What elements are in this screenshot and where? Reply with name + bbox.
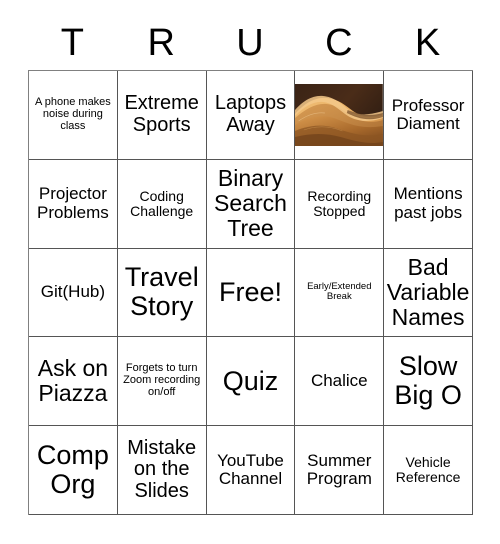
bingo-cell-label: Mistake on the Slides [127, 436, 197, 502]
bingo-cell-label: Extreme Sports [124, 92, 199, 136]
bingo-cell-label: Slow Big O [394, 351, 462, 411]
bingo-cell-C3[interactable]: Early/Extended Break [295, 248, 385, 338]
bingo-cell-C1[interactable] [295, 71, 385, 160]
bingo-grid: A phone makes noise during class Extreme … [28, 70, 473, 515]
bingo-cell-U5[interactable]: YouTube Channel [206, 426, 296, 515]
bingo-cell-label: Bad Variable Names [386, 254, 470, 330]
bingo-cell-R4[interactable]: Forgets to turn Zoom recording on/off [117, 337, 207, 427]
bingo-cell-label: Quiz [222, 365, 279, 396]
bingo-cell-label: Binary Search Tree [214, 165, 287, 242]
bingo-cell-K4[interactable]: Slow Big O [384, 337, 473, 427]
bingo-cell-T3[interactable]: Git(Hub) [29, 248, 118, 338]
bingo-cell-R5[interactable]: Mistake on the Slides [117, 426, 207, 515]
bingo-cell-U3[interactable]: Free! [206, 248, 296, 338]
bingo-cell-label: Early/Extended Break [307, 281, 372, 303]
bingo-cell-R3[interactable]: Travel Story [117, 248, 207, 338]
bingo-cell-label: Summer Program [306, 450, 372, 489]
bingo-cell-C2[interactable]: Recording Stopped [295, 159, 385, 249]
bingo-cell-U4[interactable]: Quiz [206, 337, 296, 427]
bingo-cell-label: Recording Stopped [307, 187, 372, 219]
bingo-cell-label: Projector Problems [36, 184, 109, 222]
bingo-cell-label: Laptops Away [214, 92, 287, 136]
bingo-cell-U2[interactable]: Binary Search Tree [206, 159, 296, 249]
bingo-cell-label: Forgets to turn Zoom recording on/off [123, 362, 201, 399]
bingo-cell-R1[interactable]: Extreme Sports [117, 71, 207, 160]
bingo-cell-label: Professor Diament [391, 95, 465, 133]
bingo-cell-T2[interactable]: Projector Problems [29, 159, 118, 249]
desert-dunes-illustration [295, 83, 384, 146]
bingo-cell-K2[interactable]: Mentions past jobs [384, 159, 473, 249]
header-letter-4: C [325, 22, 353, 64]
bingo-cell-C5[interactable]: Summer Program [295, 426, 385, 515]
bingo-cell-K1[interactable]: Professor Diament [384, 71, 473, 160]
bingo-cell-T4[interactable]: Ask on Piazza [29, 337, 118, 427]
bingo-cell-C4[interactable]: Chalice [295, 337, 385, 427]
bingo-cell-label: Comp Org [36, 439, 109, 500]
bingo-cell-label: Mentions past jobs [393, 184, 463, 222]
header-letter-1: T [60, 22, 84, 64]
header-letter-3: U [236, 22, 264, 64]
bingo-cell-K5[interactable]: Vehicle Reference [384, 426, 473, 515]
bingo-cell-T1[interactable]: A phone makes noise during class [29, 71, 118, 160]
bingo-cell-label: Vehicle Reference [395, 453, 461, 486]
bingo-cell-label: YouTube Channel [217, 450, 284, 489]
bingo-cell-label: Travel Story [124, 262, 199, 322]
bingo-cell-label: Ask on Piazza [37, 355, 109, 407]
bingo-cell-label: Chalice [310, 371, 368, 391]
bingo-cell-label: Coding Challenge [130, 187, 194, 219]
header-letter-2: R [147, 22, 175, 64]
bingo-cell-R2[interactable]: Coding Challenge [117, 159, 207, 249]
bingo-card: T R U C K A phone makes noise during cla… [0, 0, 500, 544]
sand-dunes-image [295, 83, 384, 146]
bingo-cell-label: Git(Hub) [40, 282, 106, 302]
bingo-cell-T5[interactable]: Comp Org [29, 426, 118, 515]
bingo-header-letters: T R U C K [28, 16, 472, 70]
bingo-cell-K3[interactable]: Bad Variable Names [384, 248, 473, 338]
bingo-cell-label: A phone makes noise during class [34, 96, 111, 132]
header-letter-5: K [414, 22, 441, 64]
bingo-cell-label: Free! [218, 276, 282, 307]
bingo-cell-U1[interactable]: Laptops Away [206, 71, 296, 160]
